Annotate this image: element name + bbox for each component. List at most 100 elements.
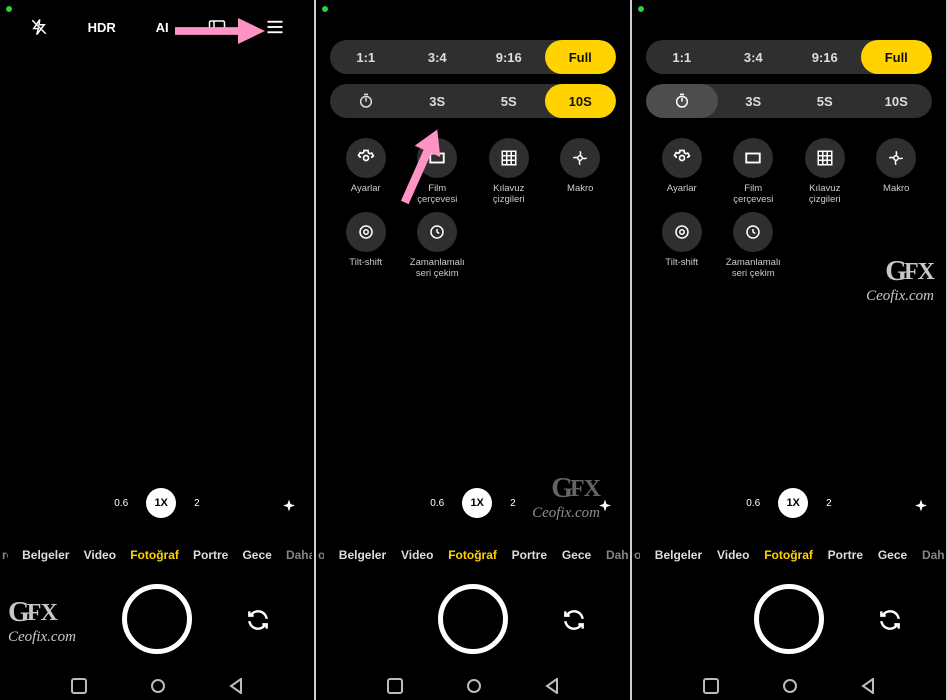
mode-portre[interactable]: Portre [512,548,547,562]
timer-3s[interactable]: 3S [718,84,790,118]
zoom-06[interactable]: 0.6 [114,498,128,509]
timed-burst-icon [417,212,457,252]
mode-video[interactable]: Video [717,548,749,562]
btn-seri[interactable]: Zamanlamalıseri çekim [720,212,788,280]
aspect-1-1[interactable]: 1:1 [330,40,402,74]
timer-row: 3S 5S 10S [330,84,616,118]
mode-foto[interactable]: Fotoğraf [764,548,813,562]
effects-icon[interactable] [912,498,930,516]
nav-recents-icon[interactable] [387,678,403,694]
timer-icon [358,93,374,109]
nav-home-icon[interactable] [466,678,482,694]
mode-selector: o Belgeler Video Fotoğraf Portre Gece Da… [316,548,630,562]
aspect-9-16[interactable]: 9:16 [789,40,861,74]
mode-foto[interactable]: Fotoğraf [448,548,497,562]
nav-bar [0,678,314,694]
nav-home-icon[interactable] [782,678,798,694]
nav-home-icon[interactable] [150,678,166,694]
zoom-1x[interactable]: 1X [462,488,492,518]
mode-belgeler[interactable]: Belgeler [22,548,69,562]
aspect-3-4[interactable]: 3:4 [402,40,474,74]
timer-off[interactable] [646,84,718,118]
nav-recents-icon[interactable] [71,678,87,694]
nav-bar [316,678,630,694]
btn-tilt[interactable]: Tilt-shift [332,212,400,280]
status-dot [322,6,328,12]
zoom-1x[interactable]: 1X [146,488,176,518]
switch-camera-icon[interactable] [240,602,276,638]
phone-screen-2: 1:1 3:4 9:16 Full 3S 5S 10S Ayarlar Film… [316,0,630,700]
label-film: Filmçerçevesi [733,184,773,206]
zoom-1x[interactable]: 1X [778,488,808,518]
mode-daha[interactable]: Daha [606,548,628,562]
mode-portre[interactable]: Portre [193,548,228,562]
label-makro: Makro [567,184,593,206]
zoom-06[interactable]: 0.6 [746,498,760,509]
timer-off[interactable] [330,84,402,118]
btn-makro[interactable]: Makro [547,138,615,206]
effects-icon[interactable] [280,498,298,516]
camera-top-bar: HDR AI [0,0,314,46]
zoom-06[interactable]: 0.6 [430,498,444,509]
zoom-selector: 0.6 1X 2 [632,488,946,518]
btn-seri[interactable]: Zamanlamalıseri çekim [404,212,472,280]
label-film: Filmçerçevesi [417,184,457,206]
nav-recents-icon[interactable] [703,678,719,694]
watermark-1: GFX Ceofix.com [8,597,76,646]
zoom-2[interactable]: 2 [194,498,200,509]
mode-gece[interactable]: Gece [242,548,271,562]
mode-gece[interactable]: Gece [562,548,591,562]
switch-camera-icon[interactable] [556,602,592,638]
shutter-button[interactable] [122,584,192,654]
timer-10s[interactable]: 10S [861,84,933,118]
zoom-2[interactable]: 2 [826,498,832,509]
btn-makro[interactable]: Makro [863,138,931,206]
shutter-button[interactable] [438,584,508,654]
timer-5s[interactable]: 5S [473,84,545,118]
btn-kilavuz[interactable]: Kılavuzçizgileri [475,138,543,206]
mode-portre[interactable]: Portre [828,548,863,562]
timer-3s[interactable]: 3S [402,84,474,118]
settings-icon-grid: Ayarlar Filmçerçevesi Kılavuzçizgileri M… [326,122,620,280]
mode-video[interactable]: Video [401,548,433,562]
shutter-button[interactable] [754,584,824,654]
switch-camera-icon[interactable] [872,602,908,638]
grid-icon [805,138,845,178]
btn-film[interactable]: Filmçerçevesi [720,138,788,206]
aspect-9-16[interactable]: 9:16 [473,40,545,74]
mode-selector: o Belgeler Video Fotoğraf Portre Gece Da… [632,548,946,562]
flower-icon [876,138,916,178]
gear-icon [662,138,702,178]
nav-back-icon[interactable] [229,678,243,694]
mode-belgeler[interactable]: Belgeler [655,548,702,562]
label-ayarlar: Ayarlar [667,184,697,206]
label-ayarlar: Ayarlar [351,184,381,206]
nav-bar [632,678,946,694]
btn-tilt[interactable]: Tilt-shift [648,212,716,280]
mode-belgeler[interactable]: Belgeler [339,548,386,562]
mode-daha[interactable]: Daha [286,548,312,562]
camera-settings-panel: 1:1 3:4 9:16 Full 3S 5S 10S Ayarlar Film… [316,0,630,280]
ai-toggle[interactable]: AI [156,20,169,35]
aspect-full[interactable]: Full [861,40,933,74]
hdr-toggle[interactable]: HDR [88,20,116,35]
btn-kilavuz[interactable]: Kılavuzçizgileri [791,138,859,206]
timer-5s[interactable]: 5S [789,84,861,118]
nav-back-icon[interactable] [861,678,875,694]
aspect-3-4[interactable]: 3:4 [718,40,790,74]
aspect-full[interactable]: Full [545,40,617,74]
mode-video[interactable]: Video [84,548,116,562]
mode-gece[interactable]: Gece [878,548,907,562]
menu-icon[interactable] [266,20,284,34]
zoom-2[interactable]: 2 [510,498,516,509]
aspect-1-1[interactable]: 1:1 [646,40,718,74]
status-dot [638,6,644,12]
mode-foto[interactable]: Fotoğraf [130,548,179,562]
mode-daha[interactable]: Daha [922,548,944,562]
timer-10s[interactable]: 10S [545,84,617,118]
btn-ayarlar[interactable]: Ayarlar [648,138,716,206]
nav-back-icon[interactable] [545,678,559,694]
flash-icon[interactable] [30,18,48,36]
effects-icon[interactable] [596,498,614,516]
btn-ayarlar[interactable]: Ayarlar [332,138,400,206]
